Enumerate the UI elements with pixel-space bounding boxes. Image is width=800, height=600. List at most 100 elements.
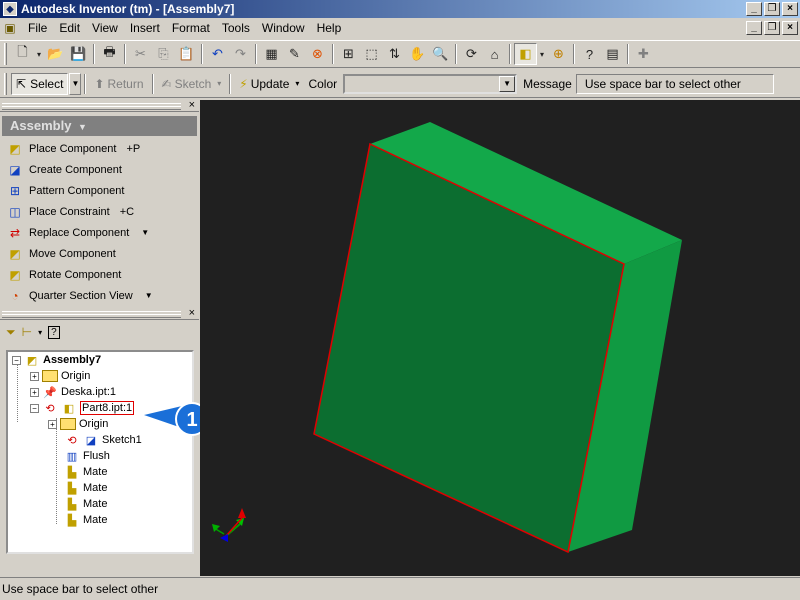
new-dropdown-icon[interactable]: ▾ [34, 43, 44, 65]
tree-item-origin[interactable]: + Origin [8, 368, 192, 384]
calculator-icon[interactable]: ▦ [260, 43, 283, 65]
doc-restore-button[interactable]: ❐ [764, 21, 780, 35]
tree-item-mate[interactable]: ▙ Mate [8, 480, 192, 496]
pattern-component-command[interactable]: ⊞ Pattern Component [0, 180, 199, 201]
menu-view[interactable]: View [86, 21, 124, 35]
doc-minimize-button[interactable]: _ [746, 21, 762, 35]
expand-icon[interactable]: + [30, 371, 39, 381]
copy-icon[interactable]: ⎘ [152, 43, 175, 65]
update-button[interactable]: ⚡ Update ▾ [234, 73, 304, 95]
tree-item-assembly[interactable]: − ◩ Assembly7 [8, 352, 192, 368]
close-icon[interactable]: × [189, 307, 195, 319]
chevron-down-icon[interactable]: ▾ [38, 328, 42, 337]
cut-icon[interactable]: ✂ [129, 43, 152, 65]
rotate-component-command[interactable]: ◩ Rotate Component [0, 264, 199, 285]
command-label: Place Constraint [29, 205, 110, 218]
document-icon[interactable]: ▣ [2, 21, 18, 35]
chevron-down-icon[interactable]: ▼ [499, 75, 516, 92]
sketch-dropdown-icon[interactable]: ▾ [217, 79, 221, 88]
print-icon[interactable]: 🖶 [98, 43, 121, 65]
model-view[interactable] [200, 100, 800, 576]
close-icon[interactable]: × [189, 99, 195, 111]
folder-icon [60, 417, 76, 431]
open-folder-icon[interactable]: 📂 [44, 43, 67, 65]
parameters-icon[interactable]: ▤ [601, 43, 624, 65]
return-button[interactable]: ⬆ Return [89, 73, 148, 95]
filter-icon[interactable]: ⏷ [6, 325, 16, 340]
tree-item-mate[interactable]: ▙ Mate [8, 512, 192, 528]
part-icon: ◧ [63, 402, 75, 415]
panel-grip[interactable]: × [0, 99, 199, 112]
select-icon: ⇱ [16, 76, 27, 91]
menu-help[interactable]: Help [311, 21, 348, 35]
expand-icon[interactable]: + [30, 387, 39, 397]
tree-label: Deska.ipt:1 [61, 386, 117, 398]
pin-icon: 📌 [43, 386, 57, 399]
update-dropdown-icon[interactable]: ▾ [295, 79, 299, 88]
stop-icon[interactable]: ⊗ [306, 43, 329, 65]
menu-file[interactable]: File [22, 21, 53, 35]
menu-insert[interactable]: Insert [124, 21, 166, 35]
select-label: Select [30, 76, 64, 91]
expand-icon[interactable]: + [48, 419, 57, 429]
zoom-all-icon[interactable]: ⊞ [337, 43, 360, 65]
place-constraint-icon: ◫ [9, 204, 21, 219]
pencil-icon[interactable]: ✎ [283, 43, 306, 65]
collapse-icon[interactable]: − [30, 403, 39, 413]
zoom-selected-icon[interactable]: 🔍 [429, 43, 452, 65]
undo-icon[interactable]: ↶ [206, 43, 229, 65]
chevron-down-icon[interactable]: ▼ [145, 291, 153, 300]
tree-item-mate[interactable]: ▙ Mate [8, 464, 192, 480]
help-icon[interactable]: ? [578, 43, 601, 65]
collapse-icon[interactable]: − [12, 355, 21, 365]
rotate-icon[interactable]: ⟳ [460, 43, 483, 65]
place-constraint-command[interactable]: ◫ Place Constraint +C [0, 201, 199, 222]
tree-item-deska[interactable]: + 📌 Deska.ipt:1 [8, 384, 192, 400]
sketch-button[interactable]: ✍ Sketch ▾ [157, 73, 227, 95]
chevron-down-icon[interactable]: ▼ [141, 228, 149, 237]
quarter-section-view-command[interactable]: ◔ Quarter Section View ▼ [0, 285, 199, 306]
graphics-window[interactable] [200, 100, 800, 576]
place-component-command[interactable]: ◩ Place Component +P [0, 138, 199, 159]
menu-tools[interactable]: Tools [216, 21, 256, 35]
replace-component-command[interactable]: ⇄ Replace Component ▼ [0, 222, 199, 243]
menu-format[interactable]: Format [166, 21, 216, 35]
shaded-display-icon[interactable]: ◧ [514, 43, 537, 65]
create-component-command[interactable]: ◪ Create Component [0, 159, 199, 180]
select-button[interactable]: ⇱ Select [11, 72, 69, 95]
look-at-icon[interactable]: ⌂ [483, 43, 506, 65]
tree-item-mate[interactable]: ▙ Mate [8, 496, 192, 512]
pan-icon[interactable]: ✋ [406, 43, 429, 65]
move-component-command[interactable]: ◩ Move Component [0, 243, 199, 264]
tree-label: Mate [83, 482, 108, 494]
restore-button[interactable]: ❐ [764, 2, 780, 16]
tree-item-flush[interactable]: ▥ Flush [8, 448, 192, 464]
paste-icon[interactable]: 📋 [175, 43, 198, 65]
display-dropdown-icon[interactable]: ▾ [537, 43, 547, 65]
select-dropdown-icon[interactable]: ▼ [69, 72, 82, 95]
update-label: Update [250, 76, 290, 91]
color-select[interactable]: ▼ [343, 73, 518, 94]
toolbar-grip-2[interactable] [4, 72, 7, 95]
save-icon[interactable]: 💾 [67, 43, 90, 65]
sketch-icon: ✍ [161, 76, 172, 91]
minimize-button[interactable]: _ [746, 2, 762, 16]
browser-grip[interactable]: × [0, 307, 199, 320]
title-bar: ◆ Autodesk Inventor (tm) - [Assembly7] _… [0, 0, 800, 18]
toolbar-grip[interactable] [4, 43, 7, 65]
menu-edit[interactable]: Edit [53, 21, 86, 35]
doc-close-button[interactable]: × [782, 21, 798, 35]
mate-constraint-icon: ▙ [67, 466, 77, 479]
menu-window[interactable]: Window [256, 21, 311, 35]
close-button[interactable]: × [782, 2, 798, 16]
add-icon[interactable]: ✚ [632, 43, 655, 65]
redo-icon[interactable]: ↷ [229, 43, 252, 65]
ground-shadow-icon[interactable]: ⊕ [547, 43, 570, 65]
new-file-icon[interactable]: 🗋 [11, 43, 34, 65]
help-icon[interactable]: ? [48, 325, 60, 339]
zoom-window-icon[interactable]: ⬚ [360, 43, 383, 65]
panel-header[interactable]: Assembly ▼ [2, 116, 197, 136]
zoom-icon[interactable]: ⇅ [383, 43, 406, 65]
panel-header-label: Assembly [10, 118, 72, 133]
hierarchy-icon[interactable]: ⊢ [22, 325, 32, 339]
